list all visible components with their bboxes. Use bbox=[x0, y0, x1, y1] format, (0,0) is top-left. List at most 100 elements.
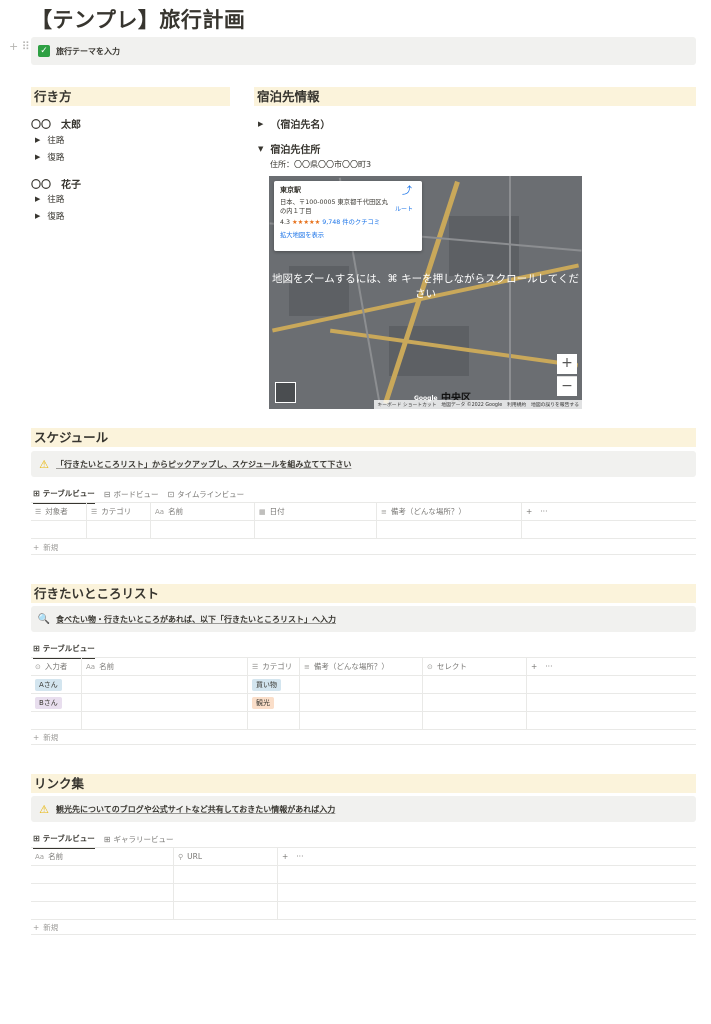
table-cell[interactable]: Aさん bbox=[31, 676, 82, 693]
table-cell[interactable] bbox=[377, 521, 522, 538]
new-row-button[interactable]: + 新規 bbox=[33, 542, 58, 553]
triangle-right-icon[interactable]: ▶ bbox=[35, 153, 40, 161]
add-icon[interactable]: + bbox=[526, 507, 532, 516]
table-cell[interactable]: Bさん bbox=[31, 694, 82, 711]
triangle-right-icon[interactable]: ▶ bbox=[258, 120, 263, 128]
theme-callout-text[interactable]: 旅行テーマを入力 bbox=[56, 46, 120, 57]
add-column-button[interactable]: + ··· bbox=[278, 848, 696, 865]
more-icon[interactable]: ··· bbox=[540, 507, 547, 516]
zoom-out-button[interactable]: − bbox=[557, 376, 577, 396]
column-header[interactable]: ⊙ セレクト bbox=[423, 658, 527, 675]
table-cell[interactable] bbox=[423, 676, 527, 693]
more-icon[interactable]: ··· bbox=[296, 852, 303, 861]
triangle-right-icon[interactable]: ▶ bbox=[35, 195, 40, 203]
reviews-link[interactable]: 9,748 件のクチコミ bbox=[322, 219, 380, 226]
table-cell[interactable] bbox=[423, 712, 527, 729]
table-cell[interactable] bbox=[82, 676, 248, 693]
zoom-in-button[interactable]: + bbox=[557, 354, 577, 374]
table-row[interactable] bbox=[31, 712, 696, 730]
links-callout-text[interactable]: 観光先についてのブログや公式サイトなど共有しておきたい情報があれば入力 bbox=[56, 804, 335, 815]
table-cell[interactable] bbox=[174, 866, 278, 883]
table-cell[interactable] bbox=[82, 712, 248, 729]
table-cell bbox=[522, 521, 696, 538]
toggle-lodging-name[interactable]: ▶ （宿泊先名） bbox=[258, 116, 330, 132]
table-cell[interactable] bbox=[300, 712, 423, 729]
table-cell[interactable] bbox=[31, 902, 174, 919]
table-cell[interactable] bbox=[31, 866, 174, 883]
table-icon: ⊞ bbox=[33, 644, 40, 653]
table-cell[interactable]: 観光 bbox=[248, 694, 300, 711]
column-header[interactable]: ≡ 備考（どんな場所？） bbox=[377, 503, 522, 520]
table-row[interactable] bbox=[31, 866, 696, 884]
toggle-lodging-address[interactable]: ▼ 宿泊先住所 bbox=[258, 141, 320, 157]
column-header[interactable]: ⊙ 入力者 bbox=[31, 658, 82, 675]
toggle-outbound[interactable]: ▶ 往路 bbox=[35, 193, 64, 205]
column-label: 日付 bbox=[269, 507, 285, 516]
add-icon[interactable]: + bbox=[531, 662, 537, 671]
column-header[interactable]: ≡ 備考（どんな場所？） bbox=[300, 658, 423, 675]
add-column-button[interactable]: + ··· bbox=[522, 503, 696, 520]
column-label: 対象者 bbox=[45, 507, 68, 516]
triangle-right-icon[interactable]: ▶ bbox=[35, 212, 40, 220]
new-row-button[interactable]: + 新規 bbox=[33, 922, 58, 933]
table-cell[interactable] bbox=[300, 694, 423, 711]
column-header[interactable]: Aa 名前 bbox=[31, 848, 174, 865]
more-icon[interactable]: ··· bbox=[545, 662, 552, 671]
column-header[interactable]: Aa 名前 bbox=[82, 658, 248, 675]
table-cell[interactable] bbox=[174, 884, 278, 901]
table-cell[interactable] bbox=[248, 712, 300, 729]
table-row[interactable] bbox=[31, 521, 696, 539]
map-footer[interactable]: キーボード ショートカット 地図データ ©2022 Google 利用規約 地図… bbox=[374, 400, 582, 409]
wishlist-callout[interactable]: 🔍 食べたい物・行きたいところがあれば、以下「行きたいところリスト」へ入力 bbox=[31, 606, 696, 632]
triangle-right-icon[interactable]: ▶ bbox=[35, 136, 40, 144]
table-cell[interactable] bbox=[31, 712, 82, 729]
column-header[interactable]: ▦ 日付 bbox=[255, 503, 377, 520]
toggle-outbound[interactable]: ▶ 往路 bbox=[35, 134, 64, 146]
warning-icon: ⚠ bbox=[39, 457, 49, 471]
column-label: カテゴリ bbox=[101, 507, 132, 516]
table-cell[interactable] bbox=[174, 902, 278, 919]
route-link[interactable]: ルート bbox=[395, 205, 413, 214]
table-cell[interactable] bbox=[300, 676, 423, 693]
column-label: URL bbox=[187, 852, 203, 861]
triangle-down-icon[interactable]: ▼ bbox=[258, 145, 263, 153]
table-cell[interactable] bbox=[423, 694, 527, 711]
person-icon: ⊙ bbox=[35, 662, 41, 671]
table-row[interactable] bbox=[31, 884, 696, 902]
block-handle-icon[interactable]: + ⠿ bbox=[9, 40, 30, 53]
list-icon: ☰ bbox=[91, 507, 98, 516]
column-header[interactable]: ⚲ URL bbox=[174, 848, 278, 865]
new-row-button[interactable]: + 新規 bbox=[33, 732, 58, 743]
table-cell[interactable] bbox=[31, 521, 87, 538]
enlarge-map-link[interactable]: 拡大地図を表示 bbox=[280, 231, 416, 240]
table-cell[interactable] bbox=[255, 521, 377, 538]
table-cell[interactable] bbox=[151, 521, 255, 538]
add-icon[interactable]: + bbox=[282, 852, 288, 861]
column-header[interactable]: ☰ カテゴリ bbox=[248, 658, 300, 675]
toggle-return[interactable]: ▶ 復路 bbox=[35, 210, 64, 222]
column-header[interactable]: ☰ カテゴリ bbox=[87, 503, 151, 520]
table-row[interactable] bbox=[31, 902, 696, 920]
embedded-map[interactable]: 東京駅 日本、〒100-0005 東京都千代田区丸の内１丁目 4.3 ★★★★★… bbox=[269, 176, 582, 409]
table-row[interactable]: Bさん 観光 bbox=[31, 694, 696, 712]
table-cell[interactable] bbox=[31, 884, 174, 901]
divider bbox=[31, 554, 696, 555]
theme-callout[interactable]: ✓ 旅行テーマを入力 bbox=[31, 37, 696, 65]
wishlist-callout-text[interactable]: 食べたい物・行きたいところがあれば、以下「行きたいところリスト」へ入力 bbox=[56, 614, 336, 625]
satellite-toggle[interactable] bbox=[275, 382, 296, 403]
gallery-icon: ⊞ bbox=[103, 834, 111, 844]
directions-icon[interactable]: ⤴ bbox=[402, 187, 412, 197]
table-cell[interactable]: 買い物 bbox=[248, 676, 300, 693]
schedule-heading: スケジュール bbox=[31, 428, 696, 447]
column-header[interactable]: Aa 名前 bbox=[151, 503, 255, 520]
table-header-row: Aa 名前 ⚲ URL + ··· bbox=[31, 848, 696, 866]
links-callout[interactable]: ⚠ 観光先についてのブログや公式サイトなど共有しておきたい情報があれば入力 bbox=[31, 796, 696, 822]
table-row[interactable]: Aさん 買い物 bbox=[31, 676, 696, 694]
schedule-callout-text[interactable]: 「行きたいところリスト」からピックアップし、スケジュールを組み立てて下さい bbox=[56, 459, 351, 470]
schedule-callout[interactable]: ⚠ 「行きたいところリスト」からピックアップし、スケジュールを組み立てて下さい bbox=[31, 451, 696, 477]
column-header[interactable]: ☰ 対象者 bbox=[31, 503, 87, 520]
toggle-return[interactable]: ▶ 復路 bbox=[35, 151, 64, 163]
table-cell[interactable] bbox=[82, 694, 248, 711]
table-cell[interactable] bbox=[87, 521, 151, 538]
add-column-button[interactable]: + ··· bbox=[527, 658, 696, 675]
